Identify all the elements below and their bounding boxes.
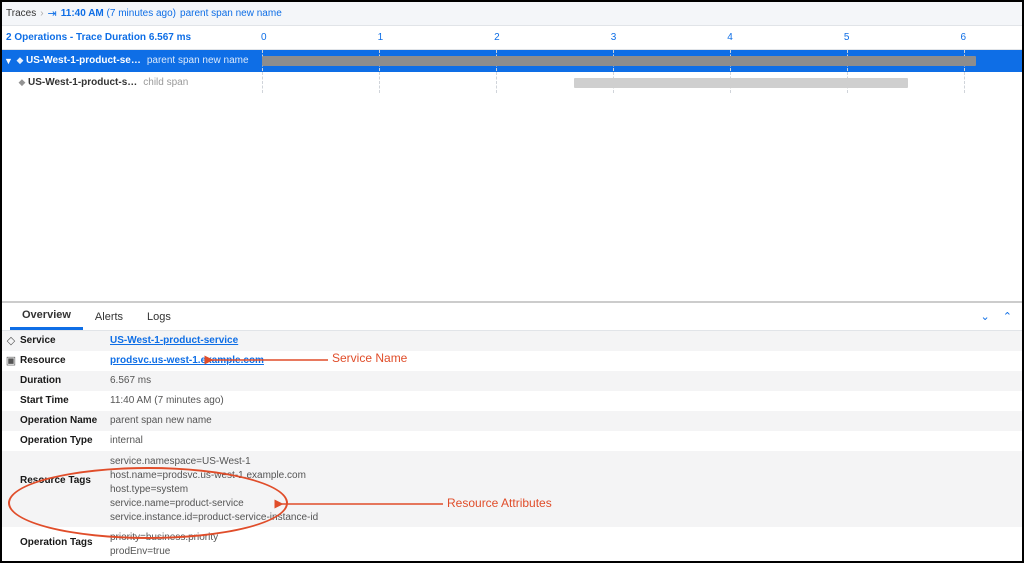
span-row-child[interactable]: ◆ US-West-1-product-s… child span — [2, 72, 1022, 94]
attr-key: Resource — [20, 353, 110, 366]
details-tabs: Overview Alerts Logs ⌄ ⌃ — [2, 303, 1022, 331]
attr-key: Operation Type — [20, 433, 110, 446]
resource-link[interactable]: prodsvc.us-west-1.example.com — [110, 355, 264, 366]
tab-logs[interactable]: Logs — [135, 303, 183, 330]
tag-item: host.type=system — [110, 483, 1018, 497]
axis-tick: 2 — [494, 26, 500, 50]
trace-header: 2 Operations - Trace Duration 6.567 ms 0… — [2, 26, 1022, 50]
trace-stats: 2 Operations - Trace Duration 6.567 ms — [6, 32, 261, 43]
attr-value: 6.567 ms — [110, 373, 1018, 386]
timeline-header: 0 1 2 3 4 5 6 — [261, 26, 1018, 50]
breadcrumb-root[interactable]: Traces — [6, 8, 36, 19]
service-icon: ◆ — [14, 55, 26, 66]
attr-key: Start Time — [20, 393, 110, 406]
attr-operation-type: Operation Type internal — [2, 431, 1022, 451]
axis-tick: 5 — [844, 26, 850, 50]
waterfall: ▼ ◆ US-West-1-product-se… parent span ne… — [2, 50, 1022, 94]
attr-resource: ▣ Resource prodsvc.us-west-1.example.com — [2, 351, 1022, 371]
attr-operation-name: Operation Name parent span new name — [2, 411, 1022, 431]
tab-overview[interactable]: Overview — [10, 303, 83, 330]
breadcrumb: Traces › ⇥ 11:40 AM (7 minutes ago) pare… — [2, 2, 1022, 26]
service-icon: ◇ — [2, 333, 20, 349]
attr-resource-tags: Resource Tags service.namespace=US-West-… — [2, 451, 1022, 527]
attr-value: 11:40 AM (7 minutes ago) — [110, 393, 1018, 406]
breadcrumb-ago-text: (7 minutes ago) — [107, 8, 176, 19]
span-service-name: US-West-1-product-s… — [28, 77, 137, 88]
attr-duration: Duration 6.567 ms — [2, 371, 1022, 391]
attr-value: parent span new name — [110, 413, 1018, 426]
attr-value: internal — [110, 433, 1018, 446]
axis-tick: 4 — [727, 26, 733, 50]
tag-item: prodEnv=true — [110, 545, 1018, 559]
overview-attributes: ◇ Service US-West-1-product-service ▣ Re… — [2, 331, 1022, 561]
axis-tick: 3 — [611, 26, 617, 50]
tag-item: host.name=prodsvc.us-west-1.example.com — [110, 469, 1018, 483]
service-link[interactable]: US-West-1-product-service — [110, 335, 238, 346]
trace-icon: ⇥ — [48, 7, 57, 20]
breadcrumb-separator: › — [40, 8, 43, 19]
span-operation-name: parent span new name — [147, 55, 249, 66]
span-operation-name: child span — [143, 77, 188, 88]
axis-tick: 0 — [261, 26, 267, 50]
axis-tick: 6 — [960, 26, 966, 50]
span-label[interactable]: ▼ ◆ US-West-1-product-se… parent span ne… — [2, 55, 262, 66]
attr-key: Service — [20, 333, 110, 346]
operation-tags-value: priority=business.priority prodEnv=true — [110, 529, 1018, 559]
tag-item: priority=business.priority — [110, 531, 1018, 545]
axis-tick: 1 — [378, 26, 384, 50]
attr-operation-tags: Operation Tags priority=business.priorit… — [2, 527, 1022, 561]
resource-tags-value: service.namespace=US-West-1 host.name=pr… — [110, 453, 1018, 525]
collapse-caret-icon[interactable]: ▼ — [4, 56, 14, 66]
tag-item: service.instance.id=product-service-inst… — [110, 511, 1018, 525]
tab-alerts[interactable]: Alerts — [83, 303, 135, 330]
span-bar[interactable] — [262, 56, 976, 66]
attr-key: Operation Name — [20, 413, 110, 426]
resource-icon: ▣ — [2, 353, 20, 369]
chevron-up-icon[interactable]: ⌃ — [1003, 311, 1012, 323]
attr-start-time: Start Time 11:40 AM (7 minutes ago) — [2, 391, 1022, 411]
span-label[interactable]: ◆ US-West-1-product-s… child span — [2, 77, 262, 88]
span-service-name: US-West-1-product-se… — [26, 55, 141, 66]
span-bar[interactable] — [574, 78, 908, 88]
span-track[interactable] — [262, 72, 1022, 93]
details-panel: Overview Alerts Logs ⌄ ⌃ ◇ Service US-We… — [2, 301, 1022, 561]
attr-key: Operation Tags — [20, 529, 110, 548]
tag-item: service.namespace=US-West-1 — [110, 455, 1018, 469]
breadcrumb-time[interactable]: 11:40 AM — [61, 8, 104, 19]
tag-item: service.name=product-service — [110, 497, 1018, 511]
attr-key: Resource Tags — [20, 453, 110, 486]
attr-key: Duration — [20, 373, 110, 386]
span-row-parent[interactable]: ▼ ◆ US-West-1-product-se… parent span ne… — [2, 50, 1022, 72]
service-icon: ◆ — [16, 77, 28, 88]
attr-service: ◇ Service US-West-1-product-service — [2, 331, 1022, 351]
chevron-down-icon[interactable]: ⌄ — [981, 311, 990, 323]
breadcrumb-span-name[interactable]: parent span new name — [180, 8, 282, 19]
span-track[interactable] — [262, 50, 1022, 71]
